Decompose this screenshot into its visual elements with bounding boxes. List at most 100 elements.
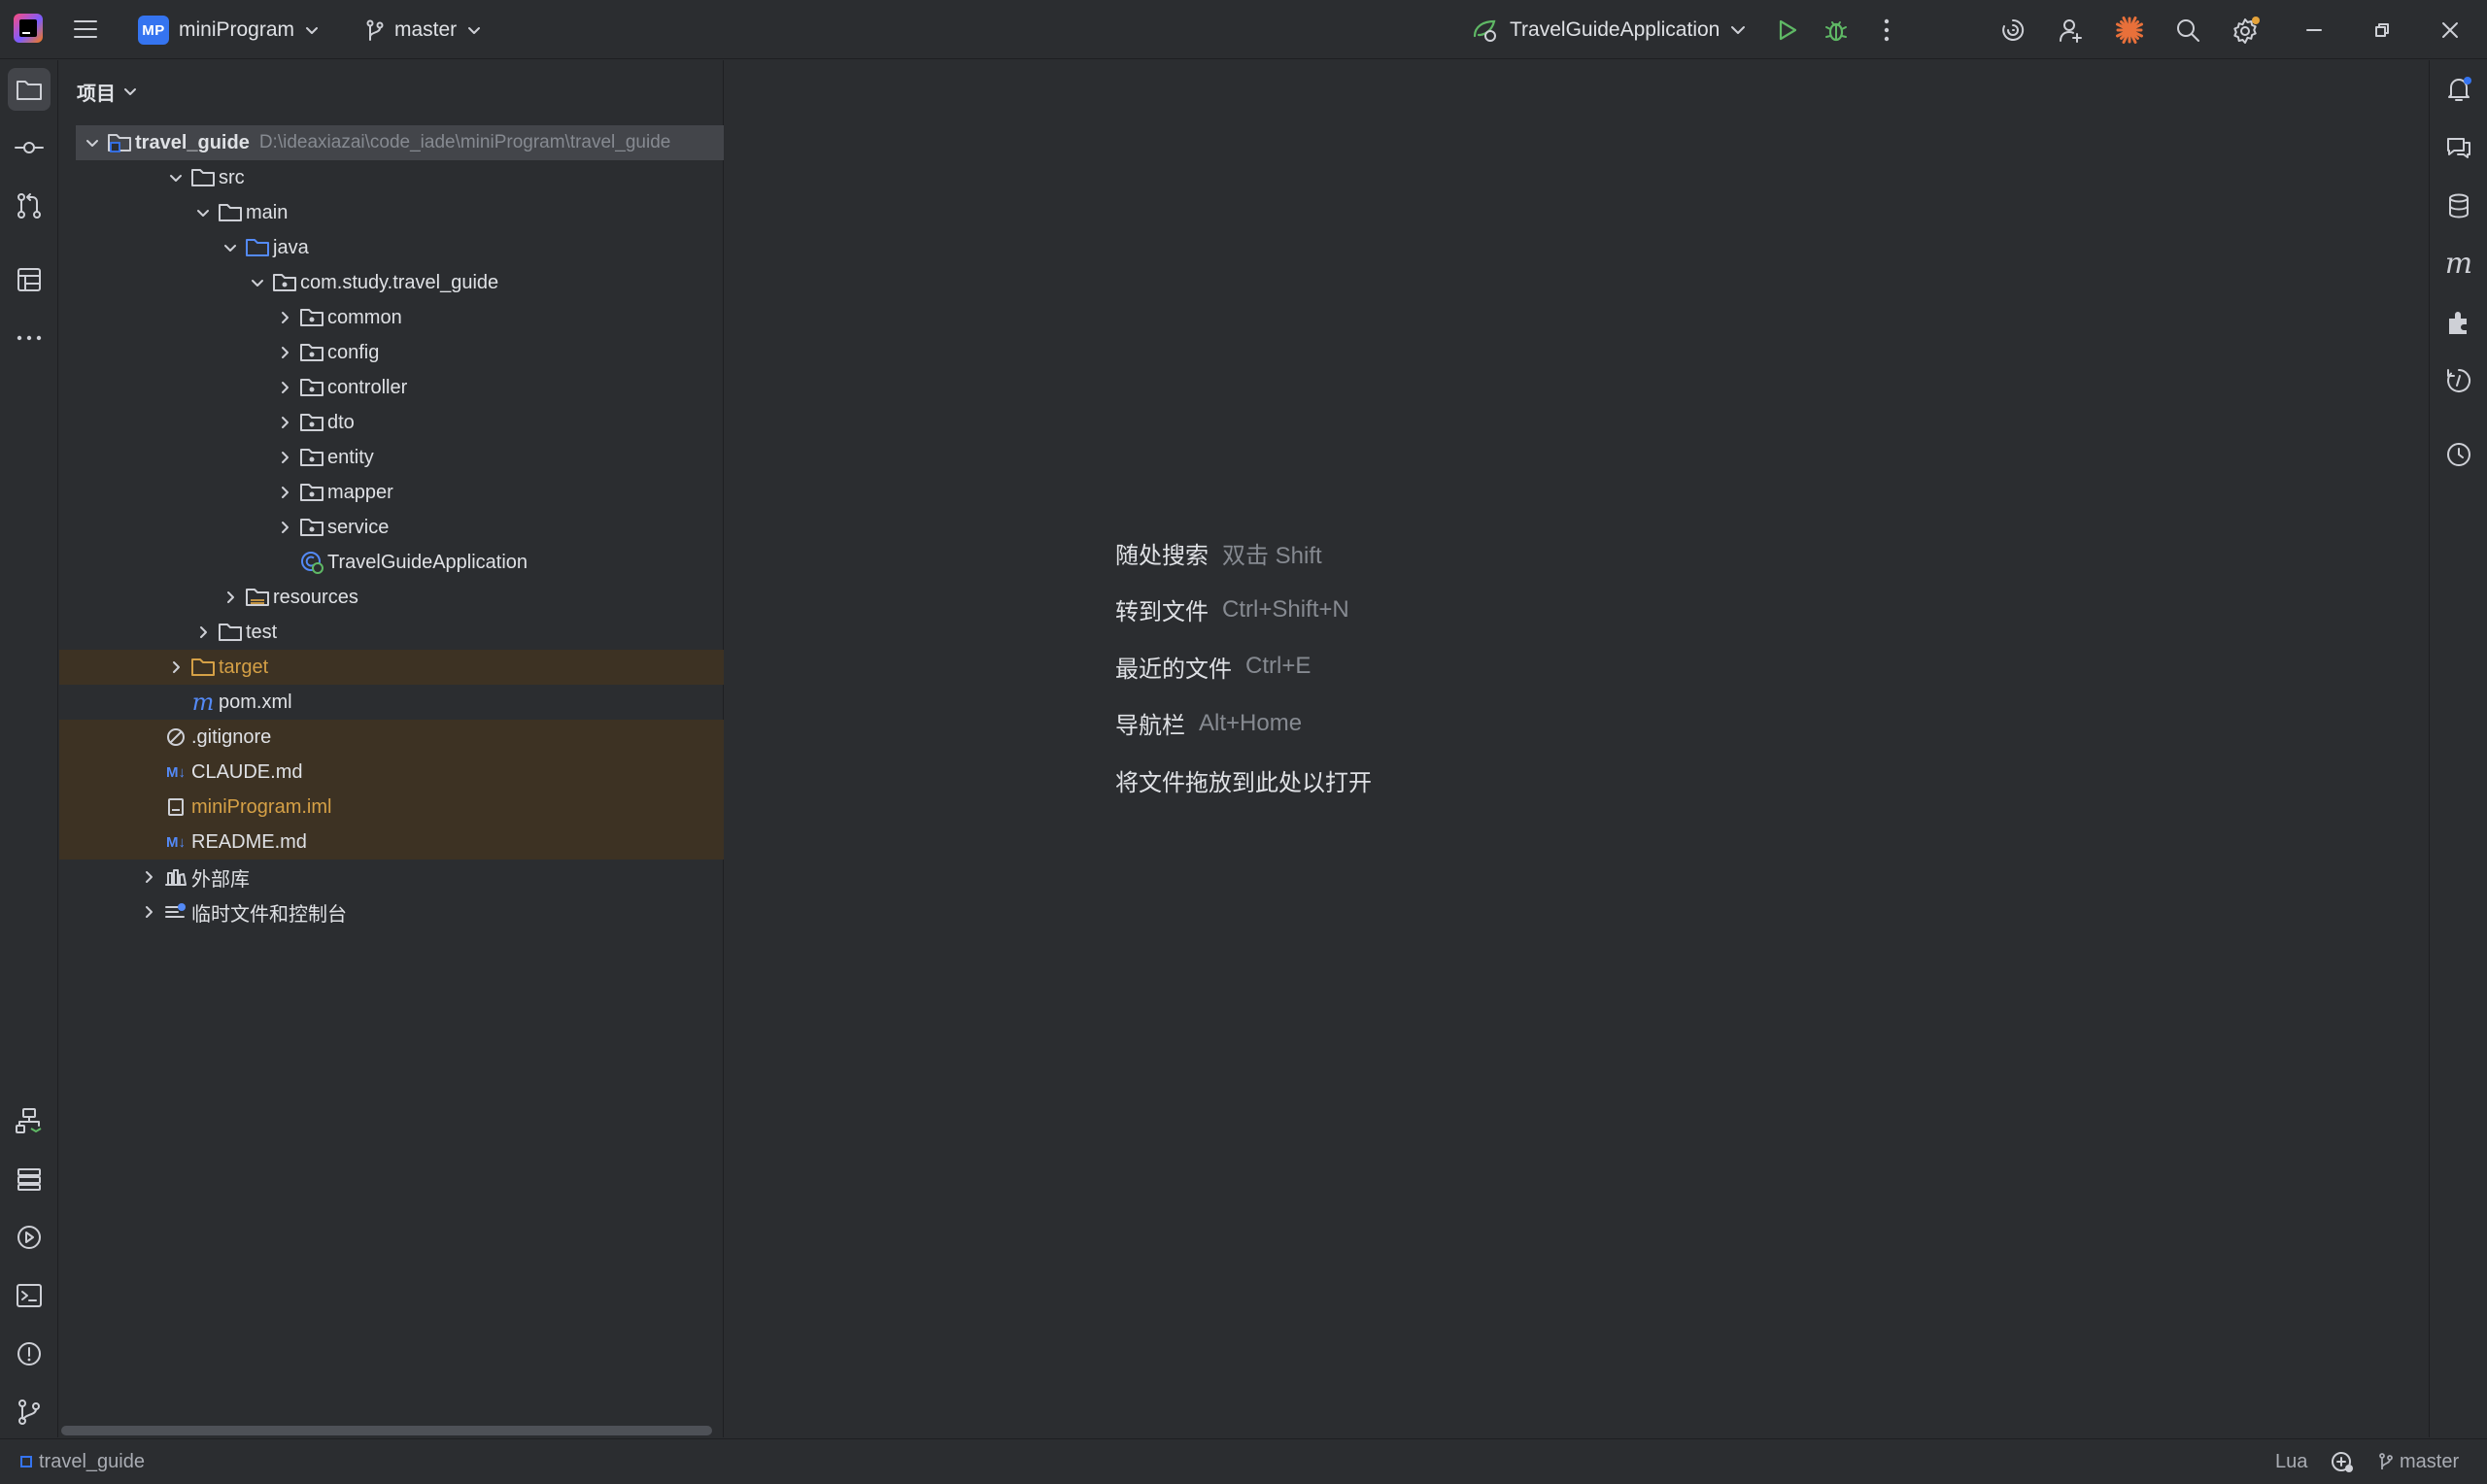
more-tool-windows-button[interactable] (8, 317, 51, 359)
tree-node-iml[interactable]: miniProgram.iml (59, 790, 724, 825)
tree-node-resources[interactable]: resources (59, 580, 724, 615)
ai-assistant-button[interactable] (1995, 13, 2030, 48)
terminal-tool-button[interactable] (8, 1274, 51, 1317)
structure-tool-button[interactable] (8, 258, 51, 301)
hamburger-icon (74, 20, 97, 38)
chevron-down-icon[interactable] (162, 160, 189, 195)
chevron-down-icon (124, 88, 136, 95)
maven-button[interactable]: m (2437, 243, 2480, 286)
history-button[interactable] (2437, 433, 2480, 476)
database-layers-tool-button[interactable] (8, 1158, 51, 1200)
tree-node-readme-md[interactable]: M↓ README.md (59, 825, 724, 860)
chevron-right-icon[interactable] (271, 405, 298, 440)
plugin-button[interactable] (2437, 301, 2480, 344)
git-tool-button[interactable] (8, 1391, 51, 1433)
tree-node-gitignore[interactable]: .gitignore (59, 720, 724, 755)
run-tool-button[interactable] (8, 1216, 51, 1259)
tree-node-scratches[interactable]: 临时文件和控制台 (59, 894, 724, 929)
tree-node-package-root[interactable]: com.study.travel_guide (59, 265, 724, 300)
run-circle-icon (17, 1226, 41, 1249)
notifications-button[interactable] (2437, 68, 2480, 111)
chevron-down-icon (468, 27, 481, 34)
chevron-right-icon[interactable] (271, 370, 298, 405)
minimize-icon (2306, 29, 2322, 31)
excluded-folder-icon (189, 650, 217, 685)
tree-node-label: entity (327, 446, 374, 468)
tree-node-label: main (246, 201, 289, 223)
database-button[interactable] (2437, 185, 2480, 227)
tree-node-label: resources (273, 586, 358, 608)
status-branch[interactable]: master (2378, 1451, 2459, 1473)
chevron-right-icon[interactable] (271, 510, 298, 545)
tree-node-package-service[interactable]: service (59, 510, 724, 545)
tree-node-package-config[interactable]: config (59, 335, 724, 370)
tree-node-package-dto[interactable]: dto (59, 405, 724, 440)
more-actions-button[interactable] (1869, 13, 1904, 48)
endpoints-button[interactable] (2437, 359, 2480, 402)
branch-switcher[interactable]: master (358, 12, 490, 49)
restore-window-icon (2375, 23, 2389, 37)
close-window-button[interactable] (2433, 13, 2468, 48)
tree-node-package-entity[interactable]: entity (59, 440, 724, 475)
right-tool-window-bar: m (2429, 60, 2487, 1437)
debug-button[interactable] (1819, 13, 1854, 48)
project-switcher[interactable]: MP miniProgram (130, 12, 327, 49)
run-button[interactable] (1769, 13, 1804, 48)
chevron-right-icon[interactable] (271, 440, 298, 475)
code-with-me-button[interactable] (2054, 13, 2089, 48)
run-configuration-selector[interactable]: TravelGuideApplication (1471, 12, 1747, 49)
tree-node-label: miniProgram.iml (191, 795, 332, 818)
tree-node-label: dto (327, 411, 355, 433)
file-language[interactable]: Lua (2275, 1451, 2307, 1473)
hint-navigation-bar: 导航栏 Alt+Home (1115, 709, 1303, 740)
main-menu-button[interactable] (68, 14, 103, 45)
pull-request-icon (17, 193, 41, 219)
chevron-right-icon[interactable] (271, 475, 298, 510)
pull-requests-tool-button[interactable] (8, 185, 51, 227)
title-bar: MP miniProgram master TravelGuideApplica… (0, 0, 2487, 59)
chevron-right-icon[interactable] (271, 300, 298, 335)
tree-node-pom-xml[interactable]: m pom.xml (59, 685, 724, 720)
ai-status-button[interactable] (2330, 1449, 2355, 1474)
chevron-right-icon[interactable] (189, 615, 217, 650)
claude-button[interactable] (2112, 13, 2147, 48)
chevron-right-icon[interactable] (135, 860, 162, 894)
tree-node-package-controller[interactable]: controller (59, 370, 724, 405)
tree-node-main-class[interactable]: TravelGuideApplication (59, 545, 724, 580)
puzzle-icon (2449, 312, 2467, 334)
project-view-selector[interactable]: 项目 (77, 74, 137, 109)
tree-node-package-common[interactable]: common (59, 300, 724, 335)
commit-tool-button[interactable] (8, 126, 51, 169)
tree-node-java[interactable]: java (59, 230, 724, 265)
tree-node-package-mapper[interactable]: mapper (59, 475, 724, 510)
tree-node-claude-md[interactable]: M↓ CLAUDE.md (59, 755, 724, 790)
tree-node-test[interactable]: test (59, 615, 724, 650)
chevron-right-icon[interactable] (217, 580, 244, 615)
chevron-down-icon[interactable] (217, 230, 244, 265)
tree-node-src[interactable]: src (59, 160, 724, 195)
chevron-right-icon[interactable] (162, 650, 189, 685)
horizontal-scrollbar[interactable] (61, 1426, 712, 1435)
status-breadcrumb[interactable]: travel_guide (19, 1451, 145, 1473)
chevron-right-icon[interactable] (135, 894, 162, 929)
chevron-down-icon[interactable] (244, 265, 271, 300)
chevron-down-icon[interactable] (79, 125, 106, 160)
restore-button[interactable] (2365, 13, 2400, 48)
minimize-button[interactable] (2297, 13, 2332, 48)
tree-node-travel-guide[interactable]: travel_guide D:\ideaxiazai\code_iade\min… (76, 125, 724, 160)
branch-name: master (394, 18, 458, 41)
markdown-icon: M↓ (166, 763, 186, 781)
problems-tool-button[interactable] (8, 1332, 51, 1375)
chevron-right-icon[interactable] (271, 335, 298, 370)
search-everywhere-button[interactable] (2170, 13, 2205, 48)
tree-node-external-libraries[interactable]: 外部库 (59, 860, 724, 894)
search-icon (2177, 19, 2199, 42)
tree-node-target[interactable]: target (59, 650, 724, 685)
project-tool-button[interactable] (8, 68, 51, 111)
services-tool-button[interactable] (8, 1099, 51, 1142)
endpoints-icon (2447, 368, 2471, 392)
ai-chat-button[interactable] (2437, 126, 2480, 169)
chevron-down-icon[interactable] (189, 195, 217, 230)
tree-node-main[interactable]: main (59, 195, 724, 230)
settings-button[interactable] (2229, 13, 2264, 48)
